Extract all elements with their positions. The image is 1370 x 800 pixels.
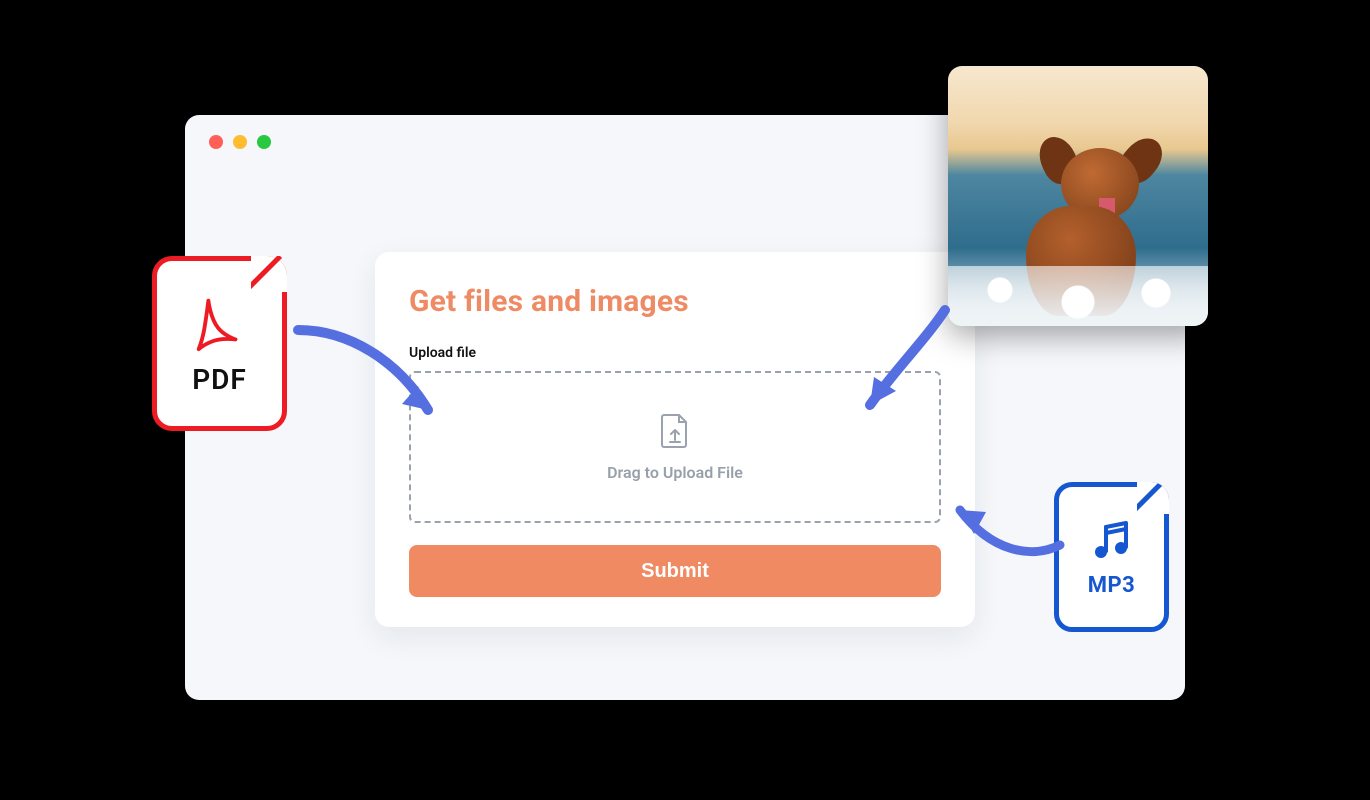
submit-button[interactable]: Submit (409, 545, 941, 597)
close-window-button[interactable] (209, 135, 223, 149)
window-controls (209, 135, 271, 149)
minimize-window-button[interactable] (233, 135, 247, 149)
pdf-file-label: PDF (192, 363, 247, 396)
mp3-file-icon[interactable]: MP3 (1054, 482, 1169, 632)
maximize-window-button[interactable] (257, 135, 271, 149)
music-note-icon (1088, 517, 1136, 569)
upload-card: Get files and images Upload file Drag to… (375, 252, 975, 627)
card-title: Get files and images (409, 284, 941, 319)
adobe-pdf-glyph-icon (189, 291, 251, 357)
upload-field-label: Upload file (409, 345, 941, 361)
mp3-file-label: MP3 (1088, 573, 1136, 598)
file-dropzone[interactable]: Drag to Upload File (409, 371, 941, 523)
image-thumbnail[interactable] (948, 66, 1208, 326)
dropzone-text: Drag to Upload File (607, 463, 743, 482)
pdf-file-icon[interactable]: PDF (152, 256, 287, 431)
upload-file-icon (660, 413, 690, 453)
